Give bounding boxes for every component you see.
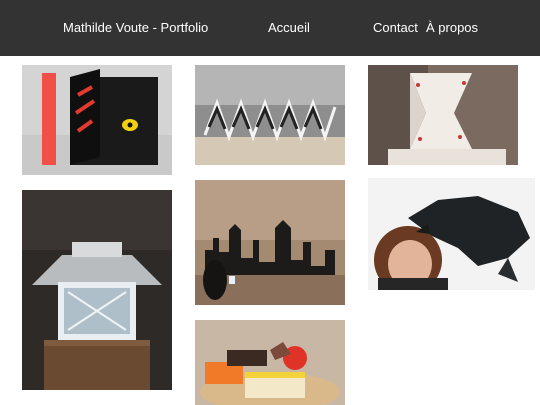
gallery-image-popup-book[interactable] [22,65,172,175]
nav-link-home[interactable]: Accueil [268,20,310,36]
gallery-image-crow-sculpture[interactable] [368,178,535,290]
top-navigation-bar: Mathilde Voute - Portfolio Accueil Conta… [0,0,540,56]
gallery-image-london-shadow-theatre[interactable] [195,180,345,305]
site-title-link[interactable]: Mathilde Voute - Portfolio [63,20,208,36]
gallery-image-folded-lantern[interactable] [368,65,518,165]
nav-link-contact[interactable]: Contact [373,20,418,36]
gallery-image-accordion-book[interactable] [195,65,345,165]
gallery-image-paper-pastries[interactable] [195,320,345,405]
nav-link-about[interactable]: À propos [426,20,478,36]
gallery-image-lantern-pedestal[interactable] [22,190,172,390]
